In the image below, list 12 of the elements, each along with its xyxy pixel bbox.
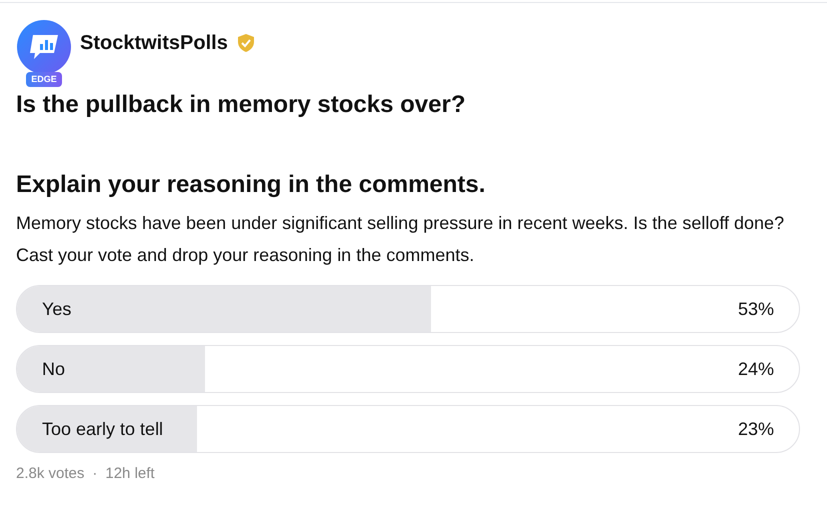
poll-option[interactable]: No 24%: [16, 345, 800, 393]
poll-option[interactable]: Too early to tell 23%: [16, 405, 800, 453]
poll-description: Memory stocks have been under significant selling pressure in recent weeks. Is the selloff done? Cast your vote and drop your reasoning in the comments.: [16, 212, 786, 267]
author-name[interactable]: StocktwitsPolls: [80, 28, 228, 58]
edge-badge: EDGE: [26, 72, 62, 87]
chat-chart-icon: [16, 19, 72, 75]
poll-title: Explain your reasoning in the comments.: [16, 170, 486, 200]
vote-count: 2.8k votes: [16, 464, 84, 484]
time-left: 12h left: [105, 464, 155, 484]
poll-option[interactable]: Yes 53%: [16, 285, 800, 333]
poll-title: Is the pullback in memory stocks over?: [16, 90, 466, 120]
separator: ·: [92, 464, 98, 484]
